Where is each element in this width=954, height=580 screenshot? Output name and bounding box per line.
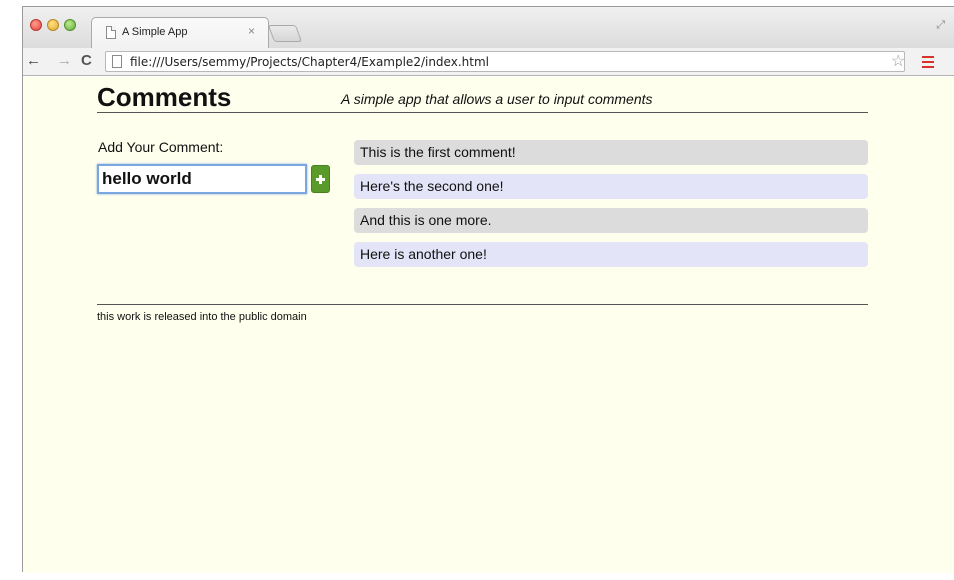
fullscreen-icon[interactable]: ⤢ bbox=[936, 19, 945, 32]
back-arrow-icon[interactable]: ← bbox=[26, 52, 41, 70]
comment-item: Here's the second one! bbox=[354, 174, 868, 199]
page-content: Comments A simple app that allows a user… bbox=[23, 77, 954, 573]
tab-strip: A Simple App × ⤢ bbox=[23, 7, 954, 48]
forward-arrow-icon[interactable]: → bbox=[57, 52, 72, 70]
new-tab-button[interactable] bbox=[267, 25, 303, 42]
add-comment-label: Add Your Comment: bbox=[98, 139, 224, 155]
comments-list: This is the first comment! Here's the se… bbox=[354, 140, 868, 276]
browser-toolbar: ← → C file:///Users/semmy/Projects/Chapt… bbox=[23, 48, 954, 76]
address-url[interactable]: file:///Users/semmy/Projects/Chapter4/Ex… bbox=[130, 55, 489, 69]
comment-item: This is the first comment! bbox=[354, 140, 868, 165]
plus-icon-vertical bbox=[319, 175, 322, 184]
page-footer: this work is released into the public do… bbox=[97, 304, 868, 323]
comment-input[interactable] bbox=[97, 164, 307, 194]
bookmark-star-icon[interactable]: ☆ bbox=[891, 51, 905, 71]
reload-icon[interactable]: C bbox=[81, 52, 92, 70]
browser-window: A Simple App × ⤢ ← → C file:///Users/sem… bbox=[22, 6, 954, 573]
address-bar[interactable]: file:///Users/semmy/Projects/Chapter4/Ex… bbox=[105, 51, 905, 72]
page-title: Comments bbox=[97, 82, 232, 112]
page-tagline: A simple app that allows a user to input… bbox=[341, 91, 653, 107]
page-icon bbox=[106, 26, 116, 39]
minimize-window-icon[interactable] bbox=[47, 19, 59, 31]
comment-item: And this is one more. bbox=[354, 208, 868, 233]
add-comment-button[interactable] bbox=[311, 165, 330, 193]
document-icon bbox=[112, 55, 122, 68]
page-header: Comments A simple app that allows a user… bbox=[97, 83, 868, 113]
close-window-icon[interactable] bbox=[30, 19, 42, 31]
tab-title: A Simple App bbox=[122, 26, 188, 38]
tab-close-icon[interactable]: × bbox=[248, 24, 255, 38]
zoom-window-icon[interactable] bbox=[64, 19, 76, 31]
footer-text: this work is released into the public do… bbox=[97, 311, 307, 323]
hamburger-menu-icon[interactable] bbox=[922, 56, 934, 68]
tab-a-simple-app[interactable]: A Simple App × bbox=[91, 17, 269, 48]
comment-item: Here is another one! bbox=[354, 242, 868, 267]
